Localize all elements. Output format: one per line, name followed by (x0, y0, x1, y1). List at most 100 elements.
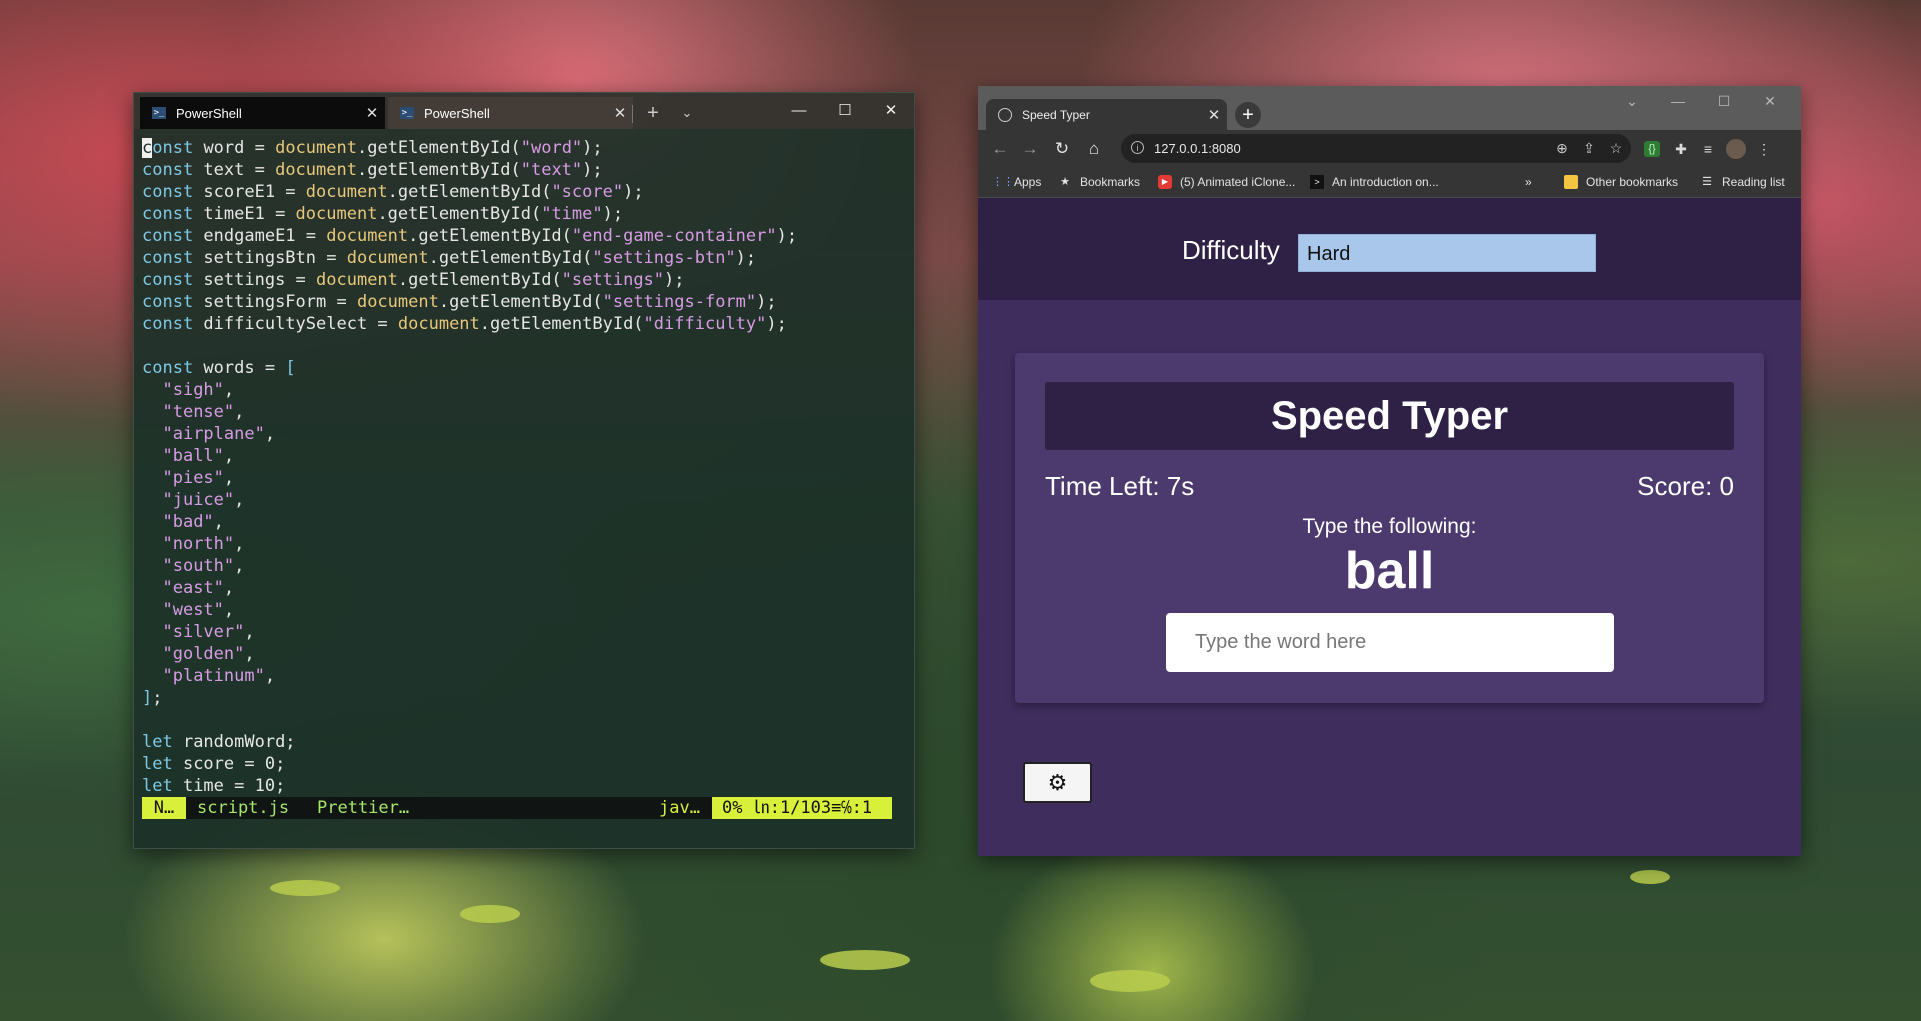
code-line: "tense", (162, 402, 245, 422)
bookmarks-overflow[interactable]: » (1525, 167, 1532, 197)
close-icon[interactable]: ✕ (359, 104, 385, 122)
star-icon[interactable]: ☆ (1603, 134, 1629, 163)
share-icon[interactable]: ⇪ (1576, 134, 1602, 163)
bookmark-youtube[interactable]: ▶ (5) Animated iClone... (1158, 167, 1295, 197)
new-tab-button[interactable]: + (1235, 102, 1261, 128)
new-tab-button[interactable]: + (638, 97, 668, 129)
difficulty-select[interactable]: Hard (1298, 234, 1596, 272)
page-content: Difficulty Hard Speed Typer Time Left: 7… (978, 198, 1801, 856)
bookmark-label: Apps (1014, 175, 1042, 189)
code-line: "ball", (162, 446, 235, 466)
code-line: "south", (162, 556, 245, 576)
divider (632, 105, 633, 123)
browser-toolbar: ← → ↻ ⌂ i 127.0.0.1:8080 ⊕ ⇪ ☆ {} ✚ ≡ ⋮ (978, 130, 1801, 167)
chevron-down-icon[interactable]: ⌄ (672, 97, 702, 129)
file-name: script.js (197, 798, 290, 818)
bookmark-introduction[interactable]: > An introduction on... (1310, 167, 1439, 197)
mode-indicator: N… (142, 797, 186, 819)
info-icon[interactable]: i (1131, 141, 1144, 154)
difficulty-label: Difficulty (1182, 235, 1280, 265)
score: Score: 0 (1637, 471, 1734, 501)
code-line: "juice", (162, 490, 245, 510)
code-line: const settingsBtn = document.getElementB… (142, 248, 757, 268)
browser-tab-bar: Speed Typer ✕ + ⌄ — ☐ ✕ (978, 86, 1801, 130)
code-line: let randomWord; (142, 732, 296, 752)
browser-window: Speed Typer ✕ + ⌄ — ☐ ✕ ← → ↻ ⌂ i 127.0.… (978, 86, 1801, 856)
bookmark-label: Bookmarks (1080, 175, 1141, 189)
code-line: const settings = document.getElementById… (142, 270, 685, 290)
bookmarks-bar: ⋮⋮ Apps ★ Bookmarks ▶ (5) Animated iClon… (978, 167, 1801, 198)
powershell-icon: >_ (400, 107, 414, 119)
puzzle-icon[interactable]: ✚ (1671, 139, 1691, 159)
reload-icon[interactable]: ↻ (1048, 135, 1076, 163)
code-line: "pies", (162, 468, 235, 488)
maximize-button[interactable]: ☐ (822, 93, 868, 129)
code-line: "airplane", (162, 424, 276, 444)
terminal-tab-1[interactable]: >_ PowerShell ✕ (140, 97, 385, 129)
reading-list[interactable]: ☰ Reading list (1700, 167, 1785, 197)
overflow-label: » (1525, 175, 1532, 189)
code-line: const difficultySelect = document.getEle… (142, 314, 787, 334)
code-line: const scoreE1 = document.getElementById(… (142, 182, 644, 202)
code-line: "platinum", (162, 666, 276, 686)
bookmark-bookmarks[interactable]: ★ Bookmarks (1058, 167, 1140, 197)
star-icon: ★ (1060, 176, 1070, 188)
gear-icon: ⚙ (1047, 770, 1068, 795)
zoom-icon[interactable]: ⊕ (1549, 134, 1575, 163)
close-window-button[interactable]: ✕ (868, 93, 914, 129)
language-indicator: jav… (659, 798, 700, 818)
editor-status-bar: N… script.js Prettier… jav… 0% ㏑:1/103≡℅… (142, 797, 892, 819)
bookmark-label: (5) Animated iClone... (1180, 175, 1296, 189)
avatar[interactable] (1726, 139, 1746, 159)
extension-icon[interactable]: {} (1644, 141, 1660, 157)
code-line: "sigh", (162, 380, 235, 400)
menu-icon[interactable]: ⋮ (1754, 139, 1774, 159)
forward-icon[interactable]: → (1016, 135, 1044, 163)
code-line: let score = 0; (142, 754, 286, 774)
code-line: "east", (162, 578, 235, 598)
close-icon[interactable]: ✕ (1201, 106, 1227, 124)
home-icon[interactable]: ⌂ (1080, 135, 1108, 163)
bookmark-apps[interactable]: ⋮⋮ Apps (992, 167, 1041, 197)
code-line: const text = document.getElementById("te… (142, 160, 603, 180)
address-bar[interactable]: i 127.0.0.1:8080 ⊕ ⇪ ☆ (1121, 134, 1631, 163)
reading-list-icon: ☰ (1702, 176, 1712, 188)
terminal-tab-2[interactable]: >_ PowerShell ✕ (388, 97, 633, 129)
browser-tab[interactable]: Speed Typer ✕ (986, 99, 1227, 130)
code-line: "golden", (162, 644, 255, 664)
code-editor[interactable]: const word = document.getElementById("wo… (142, 137, 914, 797)
close-icon[interactable]: ✕ (607, 104, 633, 122)
code-line: let time = 10; (142, 776, 286, 796)
prompt-text: Type the following: (1302, 515, 1477, 538)
background-decoration (270, 880, 340, 896)
bookmark-label: An introduction on... (1332, 175, 1439, 189)
settings-panel: Difficulty Hard (978, 198, 1801, 300)
maximize-button[interactable]: ☐ (1701, 86, 1747, 116)
folder-icon (1564, 175, 1578, 189)
code-line: "bad", (162, 512, 224, 532)
media-icon[interactable]: ≡ (1698, 139, 1718, 159)
bookmark-other[interactable]: Other bookmarks (1564, 167, 1678, 197)
globe-icon (998, 107, 1012, 122)
background-decoration (1090, 970, 1170, 992)
terminal-tab-bar: >_ PowerShell ✕ >_ PowerShell ✕ + ⌄ — ☐ … (134, 93, 914, 129)
code-line: const timeE1 = document.getElementById("… (142, 204, 624, 224)
bookmark-label: Reading list (1722, 175, 1785, 189)
minimize-button[interactable]: — (1655, 86, 1701, 116)
youtube-icon: ▶ (1158, 175, 1172, 189)
terminal-window: >_ PowerShell ✕ >_ PowerShell ✕ + ⌄ — ☐ … (133, 92, 915, 849)
page-title: Speed Typer (1045, 382, 1734, 450)
time-left: Time Left: 7s (1045, 471, 1195, 501)
code-line: "north", (162, 534, 245, 554)
back-icon[interactable]: ← (986, 135, 1014, 163)
close-window-button[interactable]: ✕ (1747, 86, 1793, 116)
powershell-icon: >_ (152, 107, 166, 119)
settings-button[interactable]: ⚙ (1023, 762, 1092, 803)
minimize-button[interactable]: — (776, 93, 822, 129)
background-decoration (460, 905, 520, 923)
chevron-down-icon[interactable]: ⌄ (1609, 86, 1655, 116)
background-decoration (820, 950, 910, 970)
word-input[interactable] (1166, 613, 1614, 672)
bookmark-label: Other bookmarks (1586, 175, 1679, 189)
target-word: ball (1344, 542, 1435, 600)
